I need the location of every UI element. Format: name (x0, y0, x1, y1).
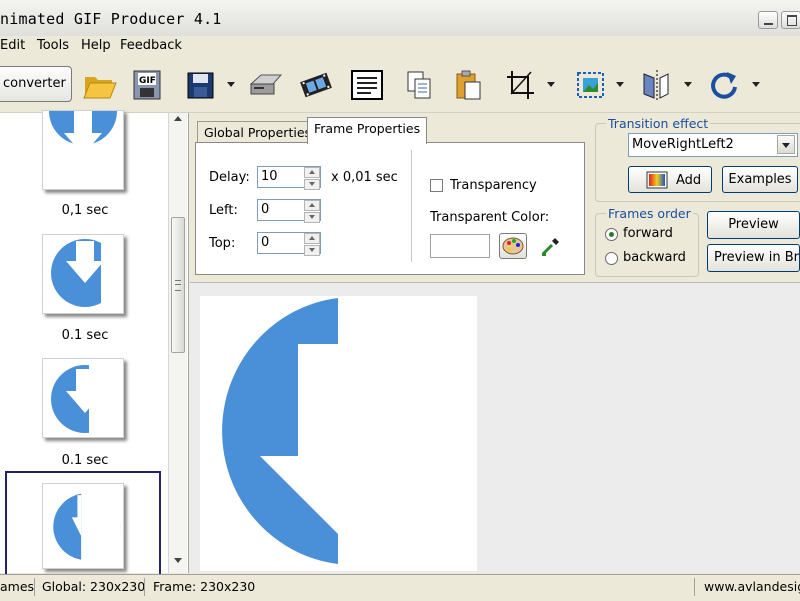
resize-icon[interactable] (573, 68, 609, 102)
flip-dropdown-arrow[interactable] (684, 82, 692, 87)
minimize-button[interactable] (758, 11, 778, 29)
status-separator (694, 578, 695, 596)
frame-canvas[interactable] (200, 296, 477, 571)
status-frames: ames (0, 579, 35, 594)
backward-label: backward (623, 250, 686, 265)
copy-icon[interactable] (402, 68, 438, 102)
window-title: nimated GIF Producer 4.1 (0, 10, 222, 28)
delay-unit-label: x 0,01 sec (331, 170, 398, 185)
transition-effect-title: Transition effect (606, 116, 711, 131)
add-effect-icon (646, 171, 668, 189)
forward-radio[interactable] (605, 228, 618, 241)
frame-delay-label: 0.1 sec (61, 453, 109, 468)
crop-icon[interactable] (503, 68, 539, 102)
transparent-color-label: Transparent Color: (430, 210, 550, 225)
panel-divider (411, 150, 412, 262)
transition-effect-select[interactable]: MoveRightLeft2 (628, 133, 798, 157)
forward-label: forward (623, 226, 673, 241)
maximize-button[interactable] (781, 11, 800, 29)
menu-feedback[interactable]: Feedback (120, 38, 182, 53)
save-icon[interactable] (183, 68, 219, 102)
scroll-grip (175, 280, 181, 291)
frames-order-group (595, 213, 699, 277)
transparent-color-swatch[interactable] (430, 234, 490, 258)
transparency-checkbox[interactable] (430, 179, 443, 192)
add-label: Add (676, 173, 702, 188)
menu-bar: Edit Tools Help Feedback (0, 36, 800, 58)
palette-icon (502, 237, 524, 255)
open-folder-icon[interactable] (82, 68, 118, 102)
menu-tools[interactable]: Tools (37, 38, 69, 53)
delay-spinner[interactable] (303, 166, 320, 190)
frame-thumbnail-3[interactable] (42, 358, 124, 438)
flip-icon[interactable] (638, 68, 674, 102)
tab-frame-properties[interactable]: Frame Properties (307, 117, 428, 144)
status-bar: ames Global: 230x230 Frame: 230x230 www.… (0, 574, 800, 601)
resize-dropdown-arrow[interactable] (616, 82, 624, 87)
frame-delay-label: 0.1 sec (61, 328, 109, 343)
frame-thumbnail-1[interactable] (42, 110, 124, 190)
scrollbar-thumb[interactable] (171, 217, 185, 353)
frame-thumbnail-2[interactable] (42, 234, 124, 314)
text-document-icon[interactable] (349, 68, 385, 102)
backward-radio[interactable] (605, 252, 618, 265)
palette-button[interactable] (499, 233, 527, 259)
converter-button[interactable]: converter (0, 66, 72, 102)
radio-selected-dot (609, 232, 614, 237)
frame-thumbnail-4[interactable] (42, 483, 124, 569)
film-icon[interactable] (298, 68, 334, 102)
transparency-label: Transparency (450, 178, 537, 193)
examples-button[interactable]: Examples (722, 166, 798, 193)
preview-in-browser-button[interactable]: Preview in Brow (707, 244, 800, 272)
paste-icon[interactable] (451, 68, 487, 102)
crop-dropdown-arrow[interactable] (547, 82, 555, 87)
status-website: www.avlandesign (704, 579, 800, 594)
status-global-size: Global: 230x230 (42, 579, 146, 594)
top-spinner[interactable] (303, 232, 320, 256)
gif-icon[interactable]: GIF (130, 68, 166, 102)
select-dropdown-arrow[interactable] (777, 135, 795, 154)
eyedropper-icon[interactable] (540, 235, 562, 257)
left-label: Left: (209, 203, 238, 218)
top-label: Top: (209, 236, 236, 251)
title-bar: nimated GIF Producer 4.1 (0, 0, 800, 37)
add-transition-button[interactable]: Add (628, 166, 712, 193)
scroll-down-arrow[interactable] (174, 558, 182, 563)
toolbar: converter GIF (0, 58, 800, 113)
save-dropdown-arrow[interactable] (227, 82, 235, 87)
tab-global-properties[interactable]: Global Properties (197, 121, 319, 144)
status-separator (144, 578, 145, 596)
frames-scrollbar[interactable] (168, 113, 187, 573)
rotate-dropdown-arrow[interactable] (752, 82, 760, 87)
status-separator (34, 578, 35, 596)
scroll-up-arrow[interactable] (174, 116, 182, 121)
frames-order-title: Frames order (606, 206, 693, 221)
delay-label: Delay: (209, 170, 250, 185)
status-frame-size: Frame: 230x230 (153, 579, 256, 594)
preview-button[interactable]: Preview (707, 211, 800, 239)
svg-text:GIF: GIF (139, 76, 156, 86)
menu-edit[interactable]: Edit (0, 38, 25, 53)
scanner-icon[interactable] (248, 68, 284, 102)
menu-help[interactable]: Help (81, 38, 111, 53)
left-spinner[interactable] (303, 199, 320, 223)
frame-delay-label: 0,1 sec (61, 203, 109, 218)
rotate-icon[interactable] (706, 68, 742, 102)
frame-image (222, 298, 338, 564)
